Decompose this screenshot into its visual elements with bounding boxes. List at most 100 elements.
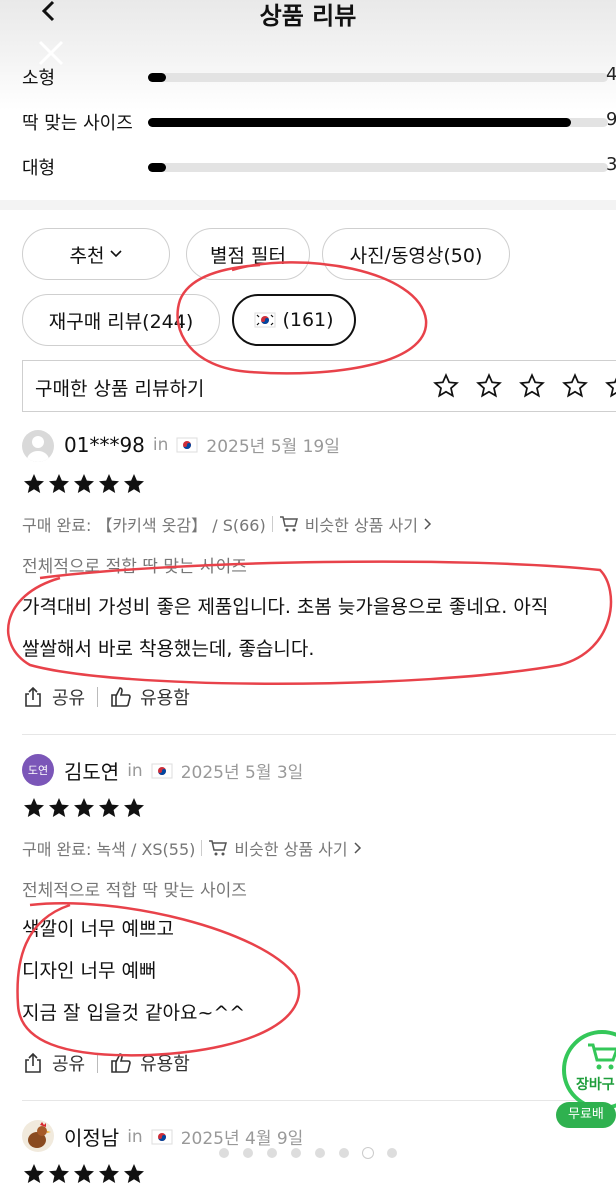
star-filled-icon: [74, 798, 94, 817]
write-review-label: 구매한 상품 리뷰하기: [35, 378, 205, 400]
korea-flag-icon: [151, 1129, 173, 1144]
pager-dot[interactable]: [219, 1148, 229, 1158]
purchase-detail: 구매 완료: 녹색 / XS(55): [22, 840, 196, 859]
star-outline-icon[interactable]: [562, 373, 588, 399]
review-line: 디자인 너무 예뻐: [22, 960, 157, 982]
star-filled-icon: [49, 798, 69, 817]
country-filter-chip[interactable]: (161): [232, 294, 356, 346]
pager-dot[interactable]: [363, 1148, 373, 1158]
star-filled-icon: [124, 798, 144, 817]
pager-dot[interactable]: [315, 1148, 325, 1158]
star-outline-icon[interactable]: [519, 373, 545, 399]
reviewer-line: 이정남 in 2025년 4월 9일: [64, 1122, 303, 1151]
avatar: 도연: [22, 754, 54, 786]
separator: [97, 687, 99, 707]
star-filled-icon: [49, 1164, 69, 1183]
cart-label: 장바구: [576, 1077, 615, 1093]
share-icon[interactable]: [22, 686, 44, 708]
thumbs-up-icon[interactable]: [110, 686, 132, 708]
write-review-box[interactable]: 구매한 상품 리뷰하기: [22, 360, 616, 412]
similar-products-link[interactable]: 비슷한 상품 사기: [234, 836, 347, 860]
size-label: 딱 맞는 사이즈: [22, 113, 133, 134]
purchase-info: 구매 완료: 녹색 / XS(55) 비슷한 상품 사기: [22, 836, 362, 860]
star-outline-icon[interactable]: [605, 373, 616, 399]
repurchase-filter-chip[interactable]: 재구매 리뷰(244): [22, 294, 220, 346]
size-bar-track: [148, 118, 608, 127]
helpful-button[interactable]: 유용함: [140, 684, 190, 710]
separator: [201, 840, 203, 856]
size-label: 소형: [22, 68, 56, 89]
sort-dropdown[interactable]: 추천: [22, 228, 170, 280]
reviewer-line: 김도연 in 2025년 5월 3일: [64, 756, 303, 785]
star-filled-icon: [99, 798, 119, 817]
media-filter-label: 사진/동영상(50): [349, 244, 483, 267]
reviewer-name: 이정남: [64, 1126, 120, 1150]
avatar: [22, 430, 54, 462]
helpful-button[interactable]: 유용함: [140, 1050, 190, 1076]
chevron-right-icon: [354, 842, 361, 854]
review-item: 이정남 in 2025년 4월 9일: [0, 1120, 616, 1200]
star-filled-icon: [24, 1164, 44, 1183]
size-row-fit: 딱 맞는 사이즈 9: [22, 107, 616, 137]
share-icon[interactable]: [22, 1052, 44, 1074]
reviewer-name: 김도연: [64, 760, 120, 784]
purchase-detail: 구매 완료: 【카키색 옷감】 / S(66): [22, 516, 266, 535]
similar-products-link[interactable]: 비슷한 상품 사기: [305, 512, 418, 536]
rating-filter-label: 별점 필터: [210, 244, 286, 267]
media-filter-chip[interactable]: 사진/동영상(50): [322, 228, 510, 280]
pager-dot[interactable]: [267, 1148, 277, 1158]
chevron-right-icon: [424, 518, 431, 530]
rating-filter-chip[interactable]: 별점 필터: [186, 228, 310, 280]
rating-stars: [22, 472, 146, 496]
pager-dot[interactable]: [243, 1148, 253, 1158]
size-label: 대형: [22, 158, 56, 179]
pager-dot[interactable]: [387, 1148, 397, 1158]
cart-icon: [588, 1043, 616, 1070]
pager-dot[interactable]: [339, 1148, 349, 1158]
star-filled-icon: [74, 1164, 94, 1183]
size-bar-fill: [148, 118, 572, 127]
star-outline-icon[interactable]: [476, 373, 502, 399]
star-filled-icon: [124, 1164, 144, 1183]
review-item: 도연 김도연 in 2025년 5월 3일 구매 완료: 녹색 / XS(55)…: [0, 754, 616, 1094]
star-filled-icon: [49, 474, 69, 493]
cart-icon: [209, 840, 228, 856]
size-bar-fill: [148, 73, 167, 82]
reviewer-line: 01***98 in 2025년 5월 19일: [64, 432, 340, 458]
reviewer-in: in: [127, 1126, 143, 1147]
review-actions: 공유 유용함: [22, 684, 190, 710]
country-filter-label: (161): [282, 309, 334, 331]
reviewer-name: 01***98: [64, 432, 145, 457]
share-button[interactable]: 공유: [52, 684, 85, 710]
star-filled-icon: [24, 798, 44, 817]
rating-stars: [22, 1162, 146, 1186]
star-filled-icon: [99, 474, 119, 493]
top-bar: 상품 리뷰 소형 4 딱 맞는 사이즈 9 대형 3: [0, 0, 616, 200]
size-count: 9: [606, 109, 616, 130]
size-row-large: 대형 3: [22, 152, 616, 182]
review-line: 쌀쌀해서 바로 착용했는데, 좋습니다.: [22, 638, 315, 660]
reviewer-in: in: [127, 760, 143, 781]
star-outline-icon[interactable]: [433, 373, 459, 399]
review-divider: [22, 1100, 616, 1101]
size-row-small: 소형 4: [22, 62, 616, 92]
size-bar-fill: [148, 163, 167, 172]
review-line: 지금 잘 입을것 같아요~^^: [22, 1002, 246, 1024]
purchase-info: 구매 완료: 【카키색 옷감】 / S(66) 비슷한 상품 사기: [22, 512, 432, 536]
sort-label: 추천: [69, 244, 105, 267]
size-bar-track: [148, 73, 608, 82]
chevron-down-icon: [110, 250, 123, 258]
review-date: 2025년 5월 19일: [206, 437, 340, 457]
size-count: 4: [606, 64, 616, 85]
reviewer-in: in: [152, 434, 169, 455]
pager-dot[interactable]: [291, 1148, 301, 1158]
cart-floating-button[interactable]: 장바구 무료배: [556, 1030, 616, 1128]
review-item: 01***98 in 2025년 5월 19일 구매 완료: 【카키색 옷감】 …: [0, 430, 616, 720]
thumbs-up-icon[interactable]: [110, 1052, 132, 1074]
review-divider: [22, 734, 616, 735]
korea-flag-icon: [151, 763, 173, 778]
free-shipping-badge: 무료배: [556, 1102, 616, 1128]
cart-icon: [279, 516, 298, 532]
size-count: 3: [606, 154, 616, 175]
share-button[interactable]: 공유: [52, 1050, 85, 1076]
